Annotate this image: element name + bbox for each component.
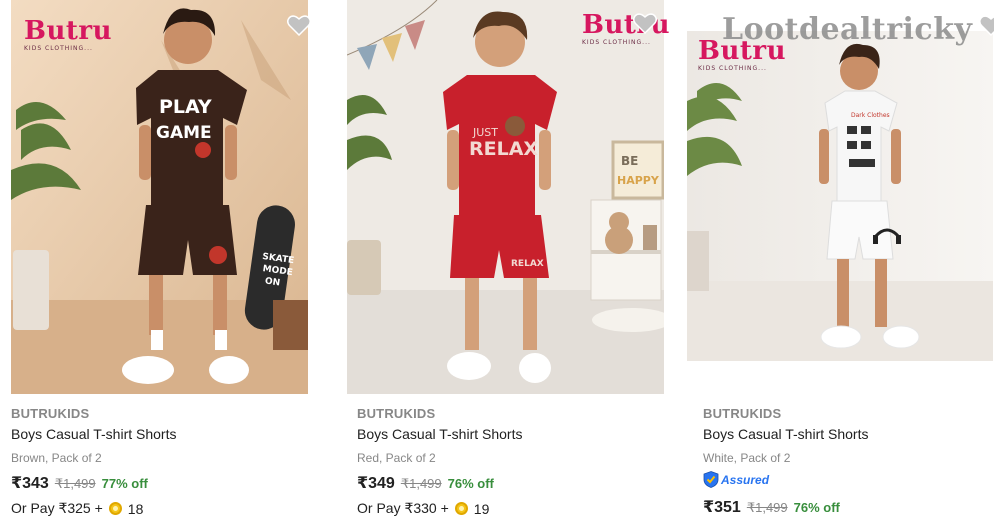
product-card-white[interactable]: Dark Clothes Butru KIDS CLOTHING... BUTR… <box>687 0 994 522</box>
product-image-red[interactable]: BE HAPPY JUST RELAX RELAX <box>347 0 664 394</box>
assured-label: Assured <box>721 472 770 487</box>
supercoin-pay-row: Or Pay ₹325 + 18 <box>11 500 143 517</box>
assured-shield-icon <box>703 471 719 488</box>
discount-percent: 77% off <box>101 476 148 491</box>
original-price: ₹1,499 <box>400 476 442 491</box>
logo-text: Butru <box>24 16 112 46</box>
svg-text:PLAY: PLAY <box>159 96 212 118</box>
product-title[interactable]: Boys Casual T-shirt Shorts <box>357 426 522 442</box>
selling-price: ₹349 <box>357 475 395 492</box>
product-variant: White, Pack of 2 <box>703 451 791 465</box>
coin-count: 18 <box>127 500 144 517</box>
original-price: ₹1,499 <box>746 500 788 515</box>
svg-text:Dark Clothes: Dark Clothes <box>851 112 890 119</box>
product-title[interactable]: Boys Casual T-shirt Shorts <box>11 426 176 442</box>
supercoin-pay-row: Or Pay ₹330 + 19 <box>357 500 489 517</box>
price-row: ₹351 ₹1,499 76% off <box>703 497 840 517</box>
svg-text:HAPPY: HAPPY <box>617 174 660 187</box>
product-brand: BUTRUKIDS <box>703 406 782 421</box>
wishlist-heart-icon[interactable] <box>978 14 994 37</box>
product-image-white[interactable]: Dark Clothes <box>687 31 993 361</box>
product-brand: BUTRUKIDS <box>11 406 90 421</box>
wishlist-heart-icon[interactable] <box>286 14 312 37</box>
product-variant: Red, Pack of 2 <box>357 451 436 465</box>
assured-badge: Assured <box>703 471 769 488</box>
wishlist-heart-icon[interactable] <box>632 12 658 35</box>
price-row: ₹349 ₹1,499 76% off <box>357 473 494 493</box>
svg-text:BE: BE <box>621 154 638 168</box>
product-variant: Brown, Pack of 2 <box>11 451 102 465</box>
svg-text:RELAX: RELAX <box>511 259 544 269</box>
logo-tagline: KIDS CLOTHING... <box>24 45 93 52</box>
supercoin-icon <box>108 502 122 515</box>
product-image-brown[interactable]: SKATE MODE ON PLAY GAME <box>11 0 308 394</box>
discount-percent: 76% off <box>447 476 494 491</box>
watermark-text: Lootdealtricky <box>722 12 973 47</box>
price-row: ₹343 ₹1,499 77% off <box>11 473 148 493</box>
svg-text:ON: ON <box>264 276 280 288</box>
logo-tagline: KIDS CLOTHING... <box>698 65 767 72</box>
coin-count: 19 <box>473 500 490 517</box>
product-card-brown[interactable]: SKATE MODE ON PLAY GAME Butru KIDS CLOTH… <box>0 0 320 522</box>
product-title[interactable]: Boys Casual T-shirt Shorts <box>703 426 868 442</box>
pay-text: Or Pay ₹330 + <box>357 500 449 516</box>
pay-text: Or Pay ₹325 + <box>11 500 103 516</box>
svg-text:RELAX: RELAX <box>469 138 538 160</box>
selling-price: ₹343 <box>11 475 49 492</box>
original-price: ₹1,499 <box>54 476 96 491</box>
product-card-red[interactable]: BE HAPPY JUST RELAX RELAX Butru KIDS CLO… <box>346 0 670 522</box>
logo-tagline: KIDS CLOTHING... <box>582 39 651 46</box>
product-brand: BUTRUKIDS <box>357 406 436 421</box>
selling-price: ₹351 <box>703 499 741 516</box>
brand-logo: Butru KIDS CLOTHING... <box>24 18 112 52</box>
svg-text:GAME: GAME <box>156 123 212 143</box>
supercoin-icon <box>454 502 468 515</box>
discount-percent: 76% off <box>793 500 840 515</box>
